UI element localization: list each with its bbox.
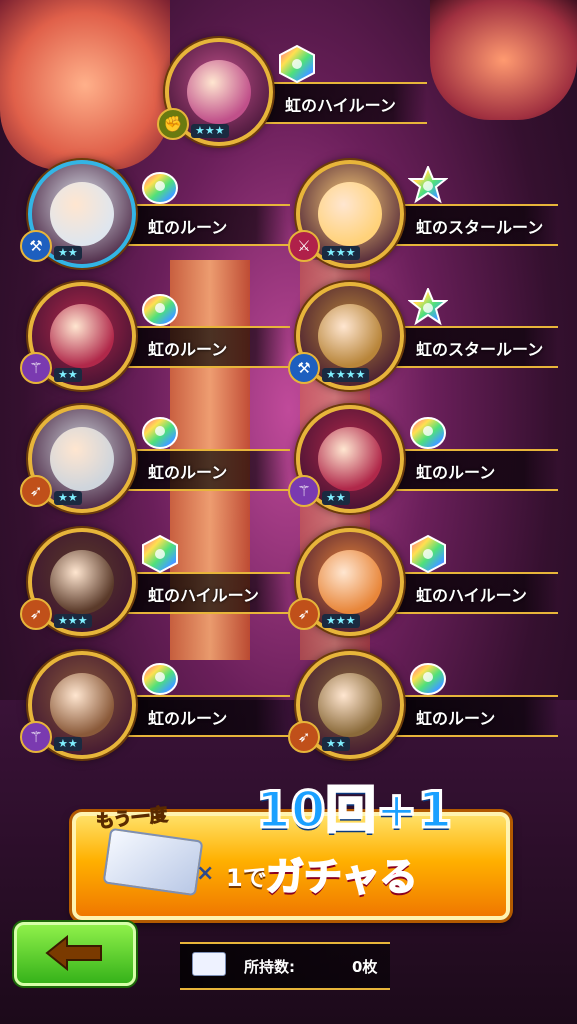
result-entry[interactable]: 虹のハイルーン ➶ ★★★ [288, 528, 566, 638]
arrow-left-icon [45, 935, 102, 971]
rainbow-rune-icon [140, 657, 180, 697]
rarity-stars: ★★★ [322, 246, 360, 260]
result-entry[interactable]: 虹のハイルーン ➶ ★★★ [20, 528, 298, 638]
rarity-stars: ★★★ [191, 124, 229, 138]
rune-name-bar: 虹のハイルーン [388, 572, 558, 614]
character-face [50, 550, 114, 614]
bow-icon: ➶ [20, 598, 52, 630]
character-face [50, 427, 114, 491]
result-entry[interactable]: 虹のルーン ➶ ★★ [20, 405, 298, 515]
axe-icon: ⚒ [288, 352, 320, 384]
rainbow-rune-icon [408, 657, 448, 697]
rarity-stars: ★★ [322, 737, 350, 751]
result-entry[interactable]: 虹のルーン ⚚ ★★ [288, 405, 566, 515]
rarity-stars: ★★★ [322, 614, 360, 628]
character-face [318, 673, 382, 737]
rune-name-bar: 虹のルーン [120, 326, 290, 368]
bow-icon: ➶ [20, 475, 52, 507]
rainbow-rune-icon [140, 534, 180, 574]
ticket-icon [192, 952, 226, 976]
rarity-stars: ★★ [322, 491, 350, 505]
character-face [318, 550, 382, 614]
bow-icon: ➶ [288, 721, 320, 753]
sword-icon: ⚔ [288, 230, 320, 262]
result-entry[interactable]: 虹のルーン ⚚ ★★ [20, 651, 298, 761]
rainbow-rune-icon [140, 411, 180, 451]
rainbow-rune-icon [407, 286, 449, 328]
rune-name: 虹のハイルーン [148, 586, 259, 605]
rune-name-bar: 虹のスタールーン [388, 204, 558, 246]
rarity-stars: ★★★★ [322, 368, 370, 382]
character-face [318, 304, 382, 368]
axe-icon: ⚒ [20, 230, 52, 262]
result-entry[interactable]: 虹のスタールーン ⚔ ★★★ [288, 160, 566, 270]
back-button[interactable] [14, 922, 136, 986]
rune-name-bar: 虹のルーン [120, 695, 290, 737]
result-entry[interactable]: 虹のハイルーン ✊ ★★★ [157, 38, 435, 148]
rarity-stars: ★★ [54, 491, 82, 505]
owned-value: 0枚 [352, 958, 378, 976]
rune-name: 虹のルーン [148, 340, 228, 359]
rainbow-rune-icon [408, 534, 448, 574]
rune-name: 虹のルーン [148, 709, 228, 728]
gacha-again-button[interactable]: × もう一度 10回+1 1で ガチャる [72, 780, 510, 920]
result-entry[interactable]: 虹のルーン ⚚ ★★ [20, 282, 298, 392]
rarity-stars: ★★ [54, 737, 82, 751]
rainbow-rune-icon [140, 166, 180, 206]
rune-name: 虹のルーン [416, 709, 496, 728]
rainbow-rune-icon [408, 411, 448, 451]
staff-icon: ⚚ [20, 721, 52, 753]
rune-name: 虹のスタールーン [416, 340, 544, 359]
ticket-icon [102, 827, 204, 897]
fist-icon: ✊ [157, 108, 189, 140]
result-entry[interactable]: 虹のスタールーン ⚒ ★★★★ [288, 282, 566, 392]
count-label: 10回+1 [254, 780, 453, 841]
character-face [50, 673, 114, 737]
character-face [318, 182, 382, 246]
rune-name-bar: 虹のルーン [120, 204, 290, 246]
rarity-stars: ★★ [54, 246, 82, 260]
gacha-label: ガチャる [265, 854, 419, 900]
rune-name: 虹のルーン [416, 463, 496, 482]
staff-icon: ⚚ [288, 475, 320, 507]
result-entry[interactable]: 虹のルーン ⚒ ★★ [20, 160, 298, 270]
rune-name: 虹のハイルーン [285, 96, 396, 115]
cost-label: 1で [226, 864, 267, 892]
rune-name-bar: 虹のスタールーン [388, 326, 558, 368]
rarity-stars: ★★ [54, 368, 82, 382]
rune-name-bar: 虹のハイルーン [257, 82, 427, 124]
rune-name-bar: 虹のルーン [120, 449, 290, 491]
rarity-stars: ★★★ [54, 614, 92, 628]
times-label: × [196, 861, 215, 886]
rune-name: 虹のハイルーン [416, 586, 527, 605]
owned-count-bar: 所持数: 0枚 [180, 942, 390, 990]
staff-icon: ⚚ [20, 352, 52, 384]
rune-name-bar: 虹のハイルーン [120, 572, 290, 614]
bow-icon: ➶ [288, 598, 320, 630]
ceiling-lamp [0, 0, 170, 170]
rune-name: 虹のルーン [148, 218, 228, 237]
rune-name-bar: 虹のルーン [388, 695, 558, 737]
character-face [318, 427, 382, 491]
rainbow-rune-icon [140, 288, 180, 328]
rainbow-rune-icon [277, 44, 317, 84]
owned-label: 所持数: [244, 958, 295, 976]
rune-name-bar: 虹のルーン [388, 449, 558, 491]
rainbow-rune-icon [407, 164, 449, 206]
ceiling-lamp [430, 0, 577, 120]
character-face [50, 304, 114, 368]
character-face [50, 182, 114, 246]
rune-name: 虹のスタールーン [416, 218, 544, 237]
result-entry[interactable]: 虹のルーン ➶ ★★ [288, 651, 566, 761]
character-face [187, 60, 251, 124]
rune-name: 虹のルーン [148, 463, 228, 482]
